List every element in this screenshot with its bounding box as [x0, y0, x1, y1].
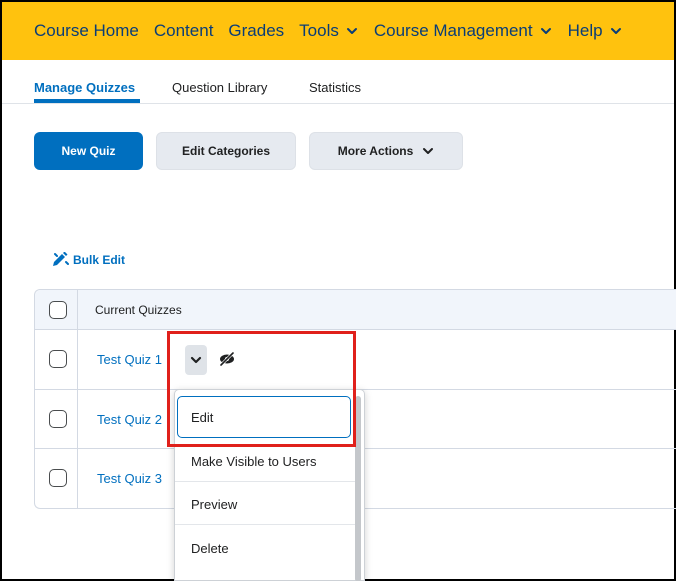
new-quiz-button[interactable]: New Quiz — [34, 132, 143, 170]
eye-hidden-icon — [219, 351, 235, 367]
column-divider — [77, 290, 78, 508]
nav-label: Course Home — [34, 21, 139, 40]
bulk-edit-button[interactable]: Bulk Edit — [51, 252, 125, 268]
menu-item-label: Edit — [191, 409, 214, 425]
edit-categories-button[interactable]: Edit Categories — [156, 132, 296, 170]
tab-manage-quizzes[interactable]: Manage Quizzes — [34, 80, 135, 95]
nav-tools[interactable]: Tools — [299, 21, 359, 41]
menu-scrollbar[interactable] — [355, 396, 361, 581]
tab-statistics[interactable]: Statistics — [309, 80, 361, 95]
quiz-actions-menu-button[interactable] — [185, 345, 207, 375]
chevron-down-icon — [346, 28, 357, 34]
menu-item-label: Preview — [191, 497, 238, 512]
table-row: Test Quiz 1 — [35, 330, 676, 390]
menu-item-make-visible[interactable]: Make Visible to Users — [175, 442, 355, 482]
more-actions-label: More Actions — [337, 144, 414, 158]
quiz-link[interactable]: Test Quiz 3 — [97, 471, 162, 486]
nav-grades[interactable]: Grades — [228, 21, 284, 41]
menu-item-label: Make Visible to Users — [191, 454, 317, 469]
nav-label: Tools — [299, 21, 339, 40]
nav-course-management[interactable]: Course Management — [374, 21, 553, 41]
menu-item-preview[interactable]: Preview — [175, 485, 355, 525]
menu-item-label: Delete — [191, 540, 229, 556]
quiz-link[interactable]: Test Quiz 1 — [97, 352, 162, 367]
tab-question-library[interactable]: Question Library — [172, 80, 267, 95]
quiz-tabs: Manage Quizzes Question Library Statisti… — [2, 60, 674, 104]
quiz-link[interactable]: Test Quiz 2 — [97, 412, 162, 427]
menu-item-edit[interactable]: Edit — [177, 396, 351, 438]
nav-label: Content — [153, 21, 214, 40]
new-quiz-label: New Quiz — [61, 144, 116, 158]
select-all-checkbox[interactable] — [49, 301, 67, 319]
row-checkbox[interactable] — [49, 469, 67, 487]
nav-label: Help — [567, 21, 603, 40]
column-header-current-quizzes: Current Quizzes — [95, 303, 182, 317]
chevron-down-icon — [423, 148, 434, 154]
nav-label: Grades — [228, 21, 285, 40]
nav-content[interactable]: Content — [154, 21, 214, 41]
course-navbar: Course Home Content Grades Tools Course … — [2, 2, 674, 60]
active-tab-indicator — [34, 99, 140, 103]
chevron-down-icon — [610, 28, 621, 34]
row-checkbox[interactable] — [49, 410, 67, 428]
row-checkbox[interactable] — [49, 350, 67, 368]
bulk-edit-label: Bulk Edit — [73, 253, 126, 267]
nav-help[interactable]: Help — [568, 21, 623, 41]
table-header-row: Current Quizzes — [35, 290, 676, 330]
more-actions-button[interactable]: More Actions — [309, 132, 463, 170]
pencil-icon — [53, 252, 69, 266]
nav-label: Course Management — [373, 21, 533, 40]
nav-course-home[interactable]: Course Home — [34, 21, 139, 41]
menu-item-delete[interactable]: Delete — [175, 528, 355, 568]
chevron-down-icon — [190, 356, 202, 364]
quiz-context-menu: Edit Make Visible to Users Preview Delet… — [174, 389, 365, 581]
chevron-down-icon — [540, 28, 551, 34]
edit-categories-label: Edit Categories — [181, 144, 271, 158]
